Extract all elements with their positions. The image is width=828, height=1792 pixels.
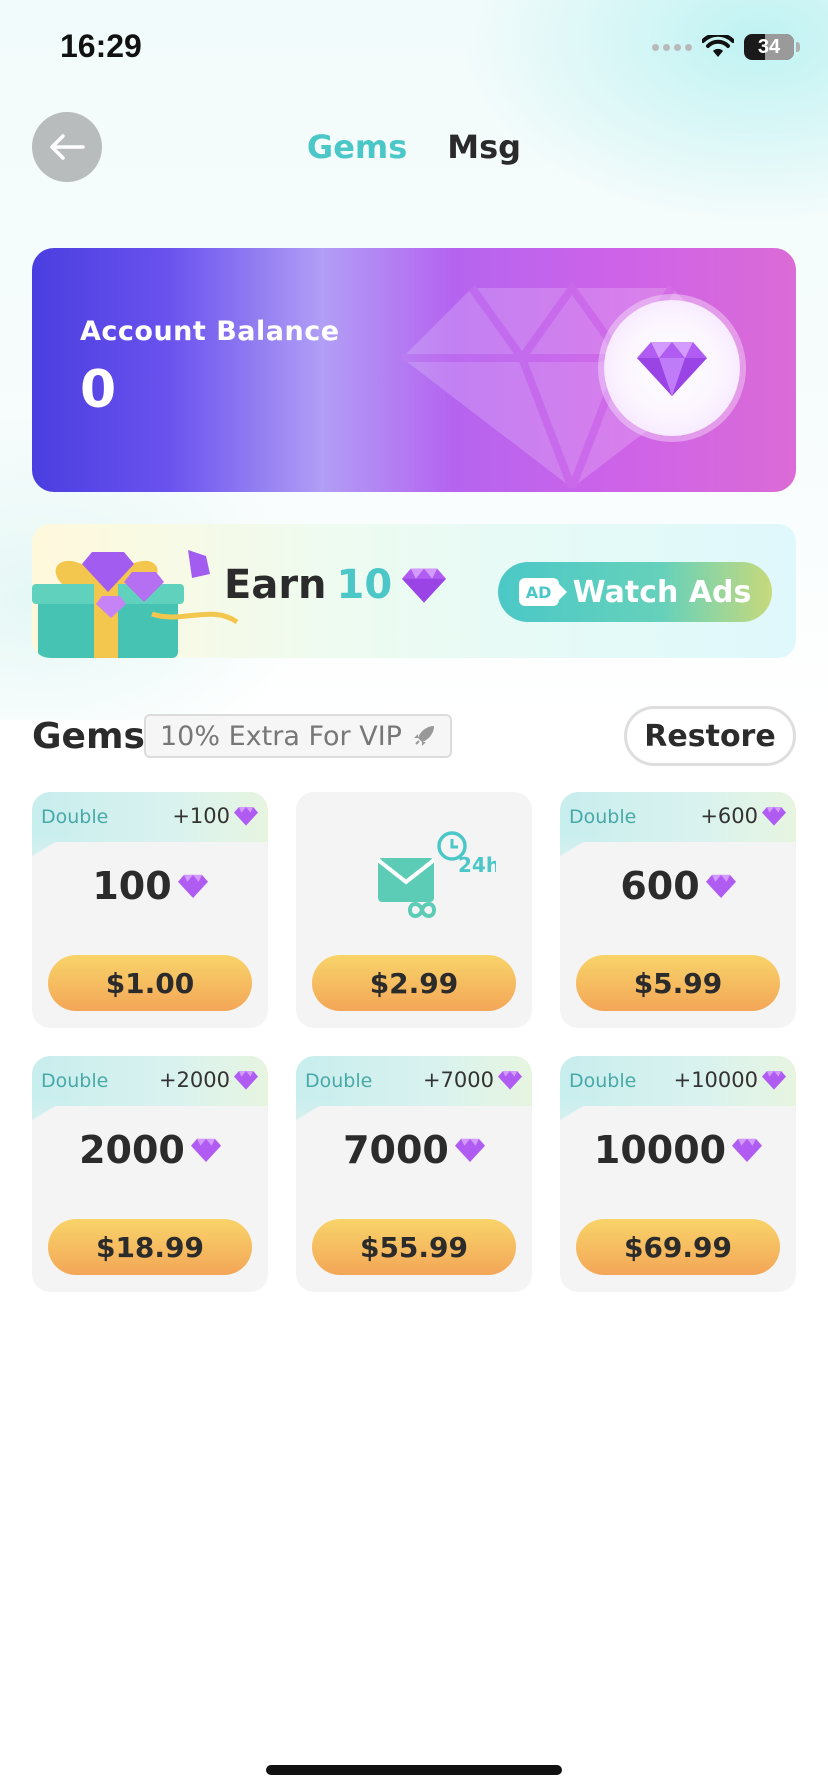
gem-amount: 10000 — [560, 1128, 796, 1172]
double-tag: Double — [569, 1070, 637, 1092]
watch-ads-button[interactable]: AD Watch Ads — [498, 562, 772, 622]
gem-pack-10000[interactable]: Double +10000 10000 $69.99 — [560, 1056, 796, 1292]
double-tag: Double — [41, 806, 109, 828]
bonus-amount: +10000 — [674, 1068, 786, 1092]
gem-icon — [705, 874, 736, 898]
double-tag: Double — [305, 1070, 373, 1092]
vip-extra-tag: 10% Extra For VIP — [144, 714, 452, 758]
status-time: 16:29 — [60, 28, 142, 64]
gem-icon — [234, 1071, 258, 1090]
rocket-icon — [413, 726, 434, 746]
price-button[interactable]: $2.99 — [312, 955, 516, 1011]
gem-amount: 100 — [32, 864, 268, 908]
price-button[interactable]: $55.99 — [312, 1219, 516, 1275]
tab-msg[interactable]: Msg — [447, 128, 521, 166]
gem-amount: 7000 — [296, 1128, 532, 1172]
bonus-amount: +600 — [700, 804, 786, 828]
gem-icon — [402, 568, 447, 603]
price-button[interactable]: $5.99 — [576, 955, 780, 1011]
gem-pack-7000[interactable]: Double +7000 7000 $55.99 — [296, 1056, 532, 1292]
gem-icon — [732, 1138, 763, 1162]
gem-amount: 2000 — [32, 1128, 268, 1172]
gem-amount: 600 — [560, 864, 796, 908]
gem-pack-600[interactable]: Double +600 600 $5.99 — [560, 792, 796, 1028]
bonus-amount: +100 — [172, 804, 258, 828]
bonus-amount: +7000 — [423, 1068, 522, 1092]
earn-prefix: Earn — [224, 562, 327, 608]
balance-value: 0 — [80, 360, 117, 420]
gem-icon — [190, 1138, 221, 1162]
gems-section-title: Gems — [32, 716, 145, 757]
account-balance-card: Account Balance 0 — [32, 248, 796, 492]
gem-badge — [604, 300, 740, 436]
double-tag: Double — [41, 1070, 109, 1092]
earn-gems-banner: Earn 10 AD Watch Ads — [32, 524, 796, 658]
battery-level: 34 — [757, 35, 781, 58]
ad-video-icon: AD — [518, 578, 559, 606]
bonus-amount: +2000 — [159, 1068, 258, 1092]
price-button[interactable]: $69.99 — [576, 1219, 780, 1275]
wifi-icon — [702, 35, 734, 57]
gem-icon — [762, 1071, 786, 1090]
vip-note: 10% Extra For VIP — [160, 720, 402, 752]
message-pack[interactable]: 24h $2.99 — [296, 792, 532, 1028]
price-button[interactable]: $1.00 — [48, 955, 252, 1011]
gem-pack-2000[interactable]: Double +2000 2000 $18.99 — [32, 1056, 268, 1292]
double-tag: Double — [569, 806, 637, 828]
price-button[interactable]: $18.99 — [48, 1219, 252, 1275]
balance-label: Account Balance — [80, 316, 340, 347]
earn-reward-text: Earn 10 — [224, 562, 447, 608]
earn-amount: 10 — [336, 562, 393, 608]
home-indicator[interactable] — [266, 1765, 562, 1775]
watch-ads-label: Watch Ads — [572, 574, 752, 610]
unlimited-messages-24h-icon: 24h — [376, 831, 496, 918]
status-icons: 34 — [652, 34, 800, 60]
gem-icon — [762, 807, 786, 826]
gem-icon — [498, 1071, 522, 1090]
battery-icon: 34 — [744, 34, 800, 60]
gem-icon — [177, 874, 208, 898]
tab-gems[interactable]: Gems — [307, 128, 407, 166]
24h-label: 24h — [458, 853, 496, 877]
gift-box-icon — [32, 550, 239, 658]
gem-icon — [637, 342, 707, 396]
gem-icon — [454, 1138, 485, 1162]
cellular-signal-icon — [652, 43, 692, 51]
tab-bar: Gems Msg — [0, 128, 828, 166]
gem-icon — [234, 807, 258, 826]
restore-button[interactable]: Restore — [624, 706, 796, 766]
gem-pack-100[interactable]: Double +100 100 $1.00 — [32, 792, 268, 1028]
gem-packs-grid: Double +100 100 $1.00 24h $2.99 Double +… — [32, 792, 796, 1292]
